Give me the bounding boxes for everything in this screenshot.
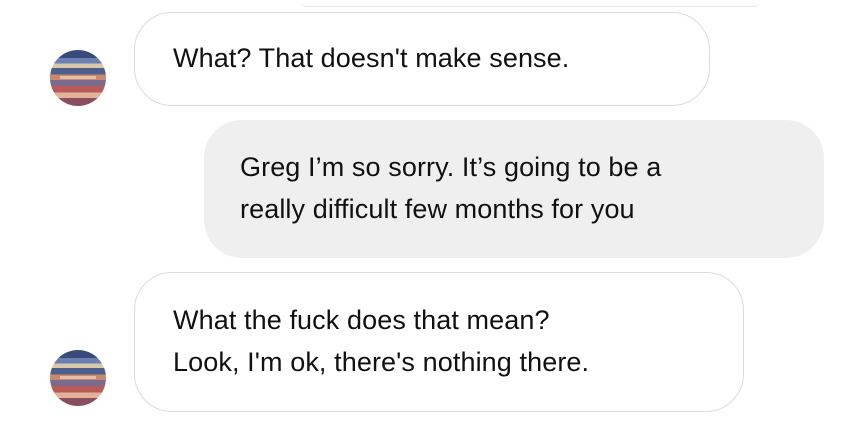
message-thread: What? That doesn't make sense. Greg I’m … <box>0 0 864 422</box>
message-row-incoming: What the fuck does that mean? Look, I'm … <box>0 272 864 412</box>
message-text-line: Greg I’m so sorry. It’s going to be a <box>240 152 662 182</box>
message-bubble[interactable]: Greg I’m so sorry. It’s going to be a re… <box>204 120 824 258</box>
message-bubble[interactable]: What the fuck does that mean? Look, I'm … <box>134 272 744 412</box>
contact-avatar-icon[interactable] <box>50 350 106 406</box>
message-text-line: What the fuck does that mean? <box>173 305 550 335</box>
message-bubble[interactable]: What? That doesn't make sense. <box>134 12 710 106</box>
previous-message-edge <box>300 0 760 7</box>
message-text-line: What? That doesn't make sense. <box>173 43 570 73</box>
message-text-line: Look, I'm ok, there's nothing there. <box>173 347 590 377</box>
message-row-incoming: What? That doesn't make sense. <box>0 10 864 110</box>
message-text-line: really difficult few months for you <box>240 194 635 224</box>
message-row-outgoing: Greg I’m so sorry. It’s going to be a re… <box>0 120 864 260</box>
contact-avatar-icon[interactable] <box>50 50 106 106</box>
